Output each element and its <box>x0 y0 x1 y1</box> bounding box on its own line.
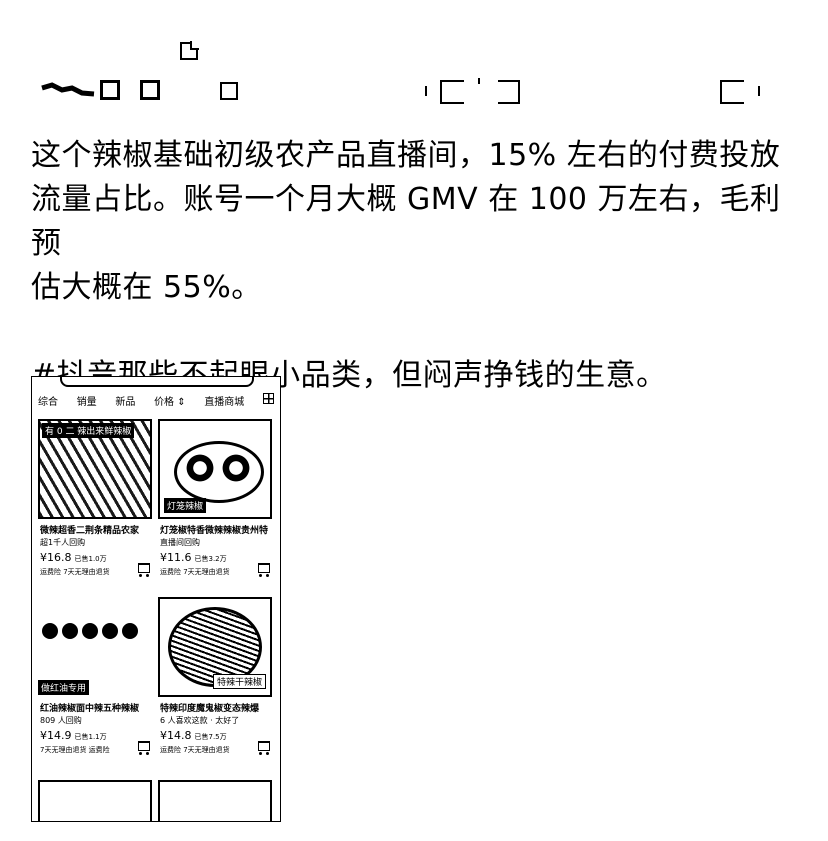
product-image: 灯笼辣椒 <box>158 419 272 519</box>
product-image: 特辣干辣椒 <box>158 597 272 697</box>
post-line: 估大概在 55%。 <box>31 270 262 305</box>
product-tags: 运费险 7天无理由退货 <box>160 746 230 754</box>
sold-count: 已售3.2万 <box>194 555 227 563</box>
bracket-icon <box>440 80 464 104</box>
post-body: 这个辣椒基础初级农产品直播间，15% 左右的付费投放 流量占比。账号一个月大概 … <box>31 134 811 398</box>
cart-icon[interactable] <box>138 741 150 755</box>
square-icon <box>220 82 238 100</box>
sold-count: 已售7.5万 <box>194 733 227 741</box>
product-price-row: ¥14.9 已售1.1万 <box>40 729 107 742</box>
product-name: 特辣印度魔鬼椒变态辣爆 <box>160 704 260 714</box>
product-banner: 有 0 二 辣出来鲜辣椒 <box>42 423 135 438</box>
chili-variety-icons <box>42 623 138 639</box>
product-name: 红油辣椒面中辣五种辣椒 <box>40 704 140 714</box>
sort-tabs: 综合 销量 新品 价格 ⇕ 直播商城 <box>38 393 274 409</box>
product-name: 微辣超香二荆条精品农家 <box>40 526 140 536</box>
product-tags: 7天无理由退货 运费险 <box>40 746 110 754</box>
document-icon <box>180 41 199 60</box>
product-card-partial[interactable] <box>38 780 152 821</box>
cart-icon[interactable] <box>138 563 150 577</box>
product-banner: 做红油专用 <box>38 680 90 695</box>
product-image: 做红油专用 <box>38 597 152 697</box>
chili-graphic <box>185 452 215 484</box>
tab-price[interactable]: 价格 ⇕ <box>154 393 186 409</box>
product-subtitle: 直播间回购 <box>160 538 200 547</box>
product-price-row: ¥16.8 已售1.0万 <box>40 551 107 564</box>
square-icon <box>140 80 160 100</box>
product-image: 有 0 二 辣出来鲜辣椒 <box>38 419 152 519</box>
bracket-icon <box>720 80 744 104</box>
chili-graphic <box>221 452 251 484</box>
sold-count: 已售1.1万 <box>74 733 107 741</box>
square-icon <box>100 80 120 100</box>
chili-dot <box>62 623 78 639</box>
product-price: ¥16.8 <box>40 551 72 564</box>
grid-view-icon[interactable] <box>263 393 274 404</box>
status-bar <box>0 0 828 110</box>
bracket-icon <box>498 80 520 104</box>
post-line: 这个辣椒基础初级农产品直播间，15% 左右的付费投放 <box>31 138 781 173</box>
tick-mark <box>478 78 480 84</box>
tab-comprehensive[interactable]: 综合 <box>38 393 58 409</box>
product-subtitle: 809 人回购 <box>40 716 82 725</box>
search-bar <box>60 377 254 387</box>
product-name: 灯笼椒特香微辣辣椒贵州特 <box>160 526 269 536</box>
chili-dot <box>122 623 138 639</box>
chili-dot <box>102 623 118 639</box>
tab-live-mall[interactable]: 直播商城 <box>204 393 244 409</box>
signal-icon <box>41 82 95 97</box>
product-banner: 灯笼辣椒 <box>164 498 207 513</box>
product-tags: 运费险 7天无理由退货 <box>160 568 230 576</box>
sold-count: 已售1.0万 <box>74 555 107 563</box>
chili-dot <box>82 623 98 639</box>
post-line: 流量占比。账号一个月大概 GMV 在 100 万左右，毛利预 <box>31 182 781 261</box>
product-tags: 运费险 7天无理由退货 <box>40 568 110 576</box>
product-price: ¥14.9 <box>40 729 72 742</box>
product-subtitle: 超1千人回购 <box>40 538 86 547</box>
product-banner: 特辣干辣椒 <box>212 674 266 689</box>
plate-graphic <box>174 441 264 503</box>
cart-icon[interactable] <box>258 741 270 755</box>
product-price: ¥11.6 <box>160 551 192 564</box>
product-price-row: ¥14.8 已售7.5万 <box>160 729 227 742</box>
tick-mark <box>758 86 760 96</box>
product-card-partial[interactable] <box>158 780 272 821</box>
product-subtitle: 6 人喜欢这款 · 太好了 <box>160 716 240 725</box>
tick-mark <box>425 86 427 96</box>
embedded-screenshot[interactable]: 综合 销量 新品 价格 ⇕ 直播商城 有 0 二 辣出来鲜辣椒 微辣超香二荆条精… <box>31 376 281 822</box>
product-price-row: ¥11.6 已售3.2万 <box>160 551 227 564</box>
cart-icon[interactable] <box>258 563 270 577</box>
product-price: ¥14.8 <box>160 729 192 742</box>
chili-dot <box>42 623 58 639</box>
tab-sales[interactable]: 销量 <box>77 393 97 409</box>
tab-new[interactable]: 新品 <box>115 393 135 409</box>
